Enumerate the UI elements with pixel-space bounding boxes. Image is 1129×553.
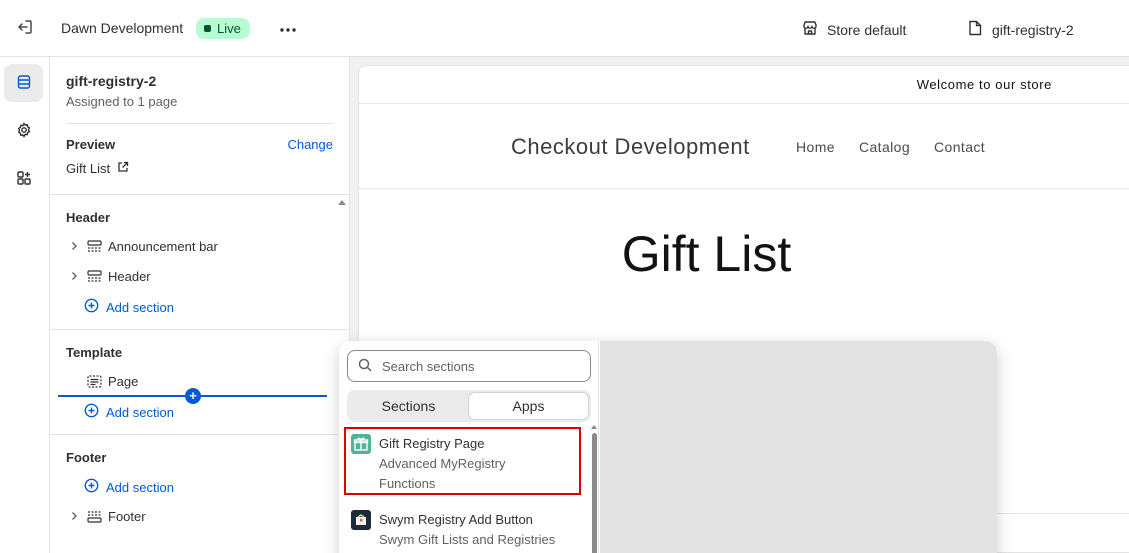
add-section-label: Add section xyxy=(106,479,174,495)
apps-rail-button[interactable] xyxy=(4,160,43,198)
plus-circle-icon xyxy=(84,478,99,496)
chevron-right-icon[interactable] xyxy=(66,271,82,281)
plus-circle-icon xyxy=(84,298,99,316)
divider xyxy=(50,329,349,330)
exit-button[interactable] xyxy=(13,16,37,40)
divider xyxy=(50,194,349,195)
search-icon xyxy=(358,358,372,375)
icon-rail xyxy=(0,57,50,553)
store-name: Dawn Development xyxy=(61,20,184,36)
section-label: Page xyxy=(108,373,139,389)
search-sections-field[interactable] xyxy=(347,350,591,382)
divider xyxy=(66,123,333,124)
store-default-selector[interactable]: Store default xyxy=(802,20,906,39)
insert-section-plus-icon[interactable]: + xyxy=(185,388,201,404)
add-section-label: Add section xyxy=(106,404,174,420)
add-section-label: Add section xyxy=(106,299,174,315)
nav-link-catalog[interactable]: Catalog xyxy=(859,139,910,155)
preview-page-title: Gift List xyxy=(621,226,792,282)
store-nav: Home Catalog Contact xyxy=(796,139,985,155)
picker-tabs: Sections Apps xyxy=(347,390,591,422)
chevron-right-icon[interactable] xyxy=(66,241,82,251)
preview-page-link[interactable]: Gift List xyxy=(66,161,129,176)
page-selector-label: gift-registry-2 xyxy=(992,21,1074,38)
section-picker-list: Sections Apps Gift Registry Page Advance… xyxy=(339,341,599,553)
swym-icon xyxy=(351,510,371,530)
preview-page-label: Gift List xyxy=(66,161,111,176)
footer-section-icon xyxy=(86,508,102,524)
preview-label: Preview xyxy=(66,137,116,152)
page-selector[interactable]: gift-registry-2 xyxy=(968,20,1074,39)
external-link-icon xyxy=(117,161,129,176)
section-item-announcement-bar[interactable]: Announcement bar xyxy=(66,238,218,254)
top-bar: Dawn Development Live Store default gift… xyxy=(0,0,1129,57)
tab-sections[interactable]: Sections xyxy=(349,392,468,420)
add-section-popover: Sections Apps Gift Registry Page Advance… xyxy=(339,341,997,553)
chevron-right-icon[interactable] xyxy=(66,511,82,521)
ellipsis-icon xyxy=(279,21,297,36)
live-dot-icon xyxy=(204,25,211,32)
section-item-header[interactable]: Header xyxy=(66,268,151,284)
section-item-footer[interactable]: Footer xyxy=(66,508,146,524)
nav-link-home[interactable]: Home xyxy=(796,139,835,155)
theme-settings-rail-button[interactable] xyxy=(4,112,43,150)
footer-group-title: Footer xyxy=(66,450,107,465)
header-section-icon xyxy=(86,268,102,284)
plus-circle-icon xyxy=(84,403,99,421)
template-title: gift-registry-2 xyxy=(66,73,157,89)
gear-icon xyxy=(16,121,32,141)
scroll-up-arrow-icon[interactable] xyxy=(338,200,346,205)
app-item-swym-registry-add-button[interactable]: Swym Registry Add Button Swym Gift Lists… xyxy=(351,510,555,550)
preview-header[interactable]: Checkout Development Home Catalog Contac… xyxy=(359,104,1129,189)
app-name: Swym Registry Add Button xyxy=(379,512,533,527)
announcement-text: Welcome to our store xyxy=(916,77,1052,92)
template-group-title: Template xyxy=(66,345,123,360)
status-badge-label: Live xyxy=(217,21,241,36)
popover-scrollbar[interactable] xyxy=(592,433,597,553)
exit-icon xyxy=(16,18,34,39)
page-icon xyxy=(968,20,982,39)
add-section-template[interactable]: Add section xyxy=(84,403,174,421)
section-item-page[interactable]: Page xyxy=(66,373,138,389)
app-description: Swym Gift Lists and Registries xyxy=(379,532,556,547)
preview-announcement-bar[interactable]: Welcome to our store xyxy=(359,66,1129,104)
scroll-up-arrow-icon[interactable] xyxy=(591,425,597,429)
divider xyxy=(50,434,349,435)
tab-apps[interactable]: Apps xyxy=(468,392,589,420)
section-label: Announcement bar xyxy=(108,238,218,254)
sections-sidebar: gift-registry-2 Assigned to 1 page Previ… xyxy=(50,57,350,553)
more-actions-button[interactable] xyxy=(276,16,300,40)
section-label: Header xyxy=(108,268,151,284)
announcement-bar-icon xyxy=(86,238,102,254)
change-preview-link[interactable]: Change xyxy=(287,137,333,152)
apps-icon xyxy=(16,170,32,189)
template-assignment: Assigned to 1 page xyxy=(66,94,178,109)
store-brand[interactable]: Checkout Development xyxy=(511,134,750,160)
header-group-title: Header xyxy=(66,210,111,225)
search-sections-input[interactable] xyxy=(382,358,572,374)
store-default-label: Store default xyxy=(827,21,907,38)
add-section-header[interactable]: Add section xyxy=(84,298,174,316)
highlight-box xyxy=(344,427,581,495)
add-section-footer[interactable]: Add section xyxy=(84,478,174,496)
page-section-icon xyxy=(86,373,102,389)
sections-icon xyxy=(16,74,32,93)
sections-rail-button[interactable] xyxy=(4,64,43,102)
status-badge: Live xyxy=(196,18,250,39)
section-label: Footer xyxy=(108,508,146,524)
store-icon xyxy=(802,20,818,39)
section-preview-pane xyxy=(600,341,997,553)
nav-link-contact[interactable]: Contact xyxy=(934,139,985,155)
